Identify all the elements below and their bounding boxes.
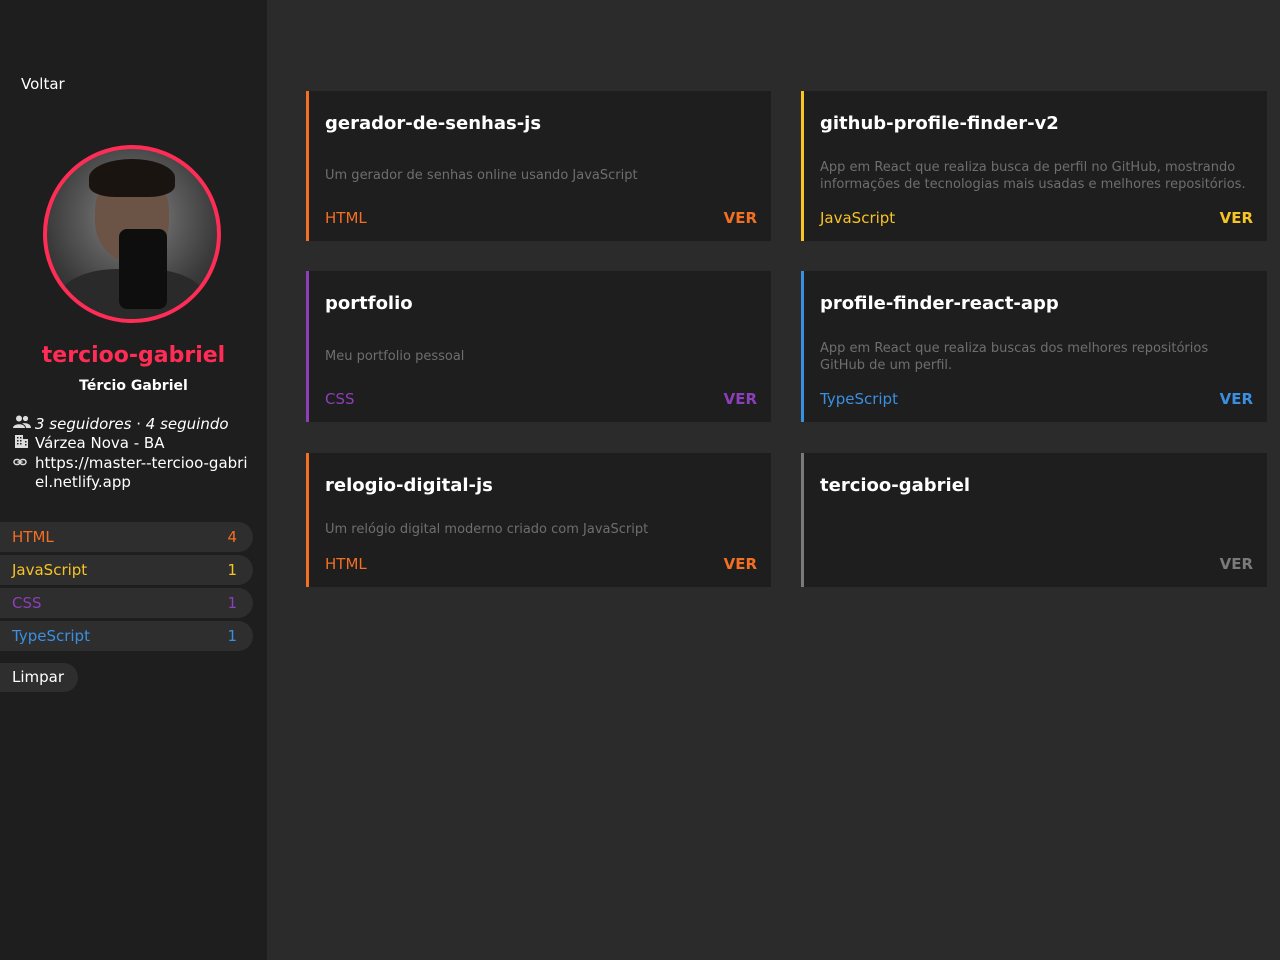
- language-filter-javascript[interactable]: JavaScript 1: [0, 555, 253, 585]
- repo-description: Meu portfolio pessoal: [325, 349, 465, 364]
- language-filter-html[interactable]: HTML 4: [0, 522, 253, 552]
- repo-card: portfolio Meu portfolio pessoal CSS VER: [306, 271, 771, 422]
- repo-view-button[interactable]: VER: [724, 390, 757, 408]
- avatar-phone: [119, 229, 167, 309]
- repo-card: tercioo-gabriel VER: [801, 453, 1267, 587]
- location-row: Várzea Nova - BA: [13, 434, 253, 454]
- website-row: https://master--tercioo-gabriel.netlify.…: [13, 454, 253, 492]
- repo-language: CSS: [325, 390, 355, 408]
- profile-info: 3 seguidores · 4 seguindo Várzea Nova - …: [13, 415, 253, 492]
- repo-title: profile-finder-react-app: [820, 293, 1059, 314]
- language-filter-typescript[interactable]: TypeScript 1: [0, 621, 253, 651]
- following-count: 4 seguindo: [145, 415, 229, 433]
- repo-title: tercioo-gabriel: [820, 475, 971, 496]
- profile-username: tercioo-gabriel: [41, 343, 226, 368]
- repo-view-button[interactable]: VER: [724, 209, 757, 227]
- repo-view-button[interactable]: VER: [1220, 209, 1253, 227]
- repo-card: relogio-digital-js Um relógio digital mo…: [306, 453, 771, 587]
- language-filter-count: 1: [227, 561, 237, 579]
- website-link[interactable]: https://master--tercioo-gabriel.netlify.…: [35, 454, 253, 492]
- language-filter-label: TypeScript: [12, 627, 90, 645]
- repo-view-button[interactable]: VER: [1220, 390, 1253, 408]
- repo-description: Um gerador de senhas online usando JavaS…: [325, 168, 638, 183]
- language-filter-label: JavaScript: [12, 561, 88, 579]
- language-filter-count: 1: [227, 594, 237, 612]
- repo-language: HTML: [325, 555, 367, 573]
- link-icon: [13, 454, 35, 473]
- repo-language: JavaScript: [820, 209, 896, 227]
- people-icon: [13, 415, 35, 434]
- repo-view-button[interactable]: VER: [1220, 555, 1253, 573]
- repo-card: github-profile-finder-v2 App em React qu…: [801, 91, 1267, 241]
- language-filter-label: HTML: [12, 528, 54, 546]
- language-filter-css[interactable]: CSS 1: [0, 588, 253, 618]
- repo-title: github-profile-finder-v2: [820, 113, 1059, 134]
- sidebar: Voltar tercioo-gabriel Tércio Gabriel 3 …: [0, 0, 267, 960]
- language-filter-count: 4: [227, 528, 237, 546]
- language-filter-list: HTML 4 JavaScript 1 CSS 1 TypeScript 1: [0, 522, 253, 654]
- repo-title: gerador-de-senhas-js: [325, 113, 542, 134]
- avatar: [43, 145, 221, 323]
- repo-title: portfolio: [325, 293, 413, 314]
- repo-language: HTML: [325, 209, 367, 227]
- language-filter-label: CSS: [12, 594, 42, 612]
- language-filter-count: 1: [227, 627, 237, 645]
- followers-separator: ·: [131, 415, 146, 433]
- clear-filter-button[interactable]: Limpar: [0, 663, 78, 692]
- repo-card: gerador-de-senhas-js Um gerador de senha…: [306, 91, 771, 241]
- repo-description: App em React que realiza busca de perfil…: [820, 160, 1246, 192]
- building-icon: [13, 434, 35, 454]
- avatar-hair: [89, 159, 175, 197]
- repo-title: relogio-digital-js: [325, 475, 493, 496]
- repo-card: profile-finder-react-app App em React qu…: [801, 271, 1267, 422]
- repo-language: TypeScript: [820, 390, 898, 408]
- back-link[interactable]: Voltar: [21, 75, 65, 93]
- repo-description: App em React que realiza buscas dos melh…: [820, 341, 1209, 373]
- repo-description: Um relógio digital moderno criado com Ja…: [325, 522, 649, 537]
- repo-view-button[interactable]: VER: [724, 555, 757, 573]
- location-text: Várzea Nova - BA: [35, 434, 165, 452]
- followers-row: 3 seguidores · 4 seguindo: [13, 415, 253, 434]
- followers-text: 3 seguidores · 4 seguindo: [35, 415, 229, 434]
- followers-count: 3 seguidores: [35, 415, 132, 433]
- profile-full-name: Tércio Gabriel: [79, 378, 188, 394]
